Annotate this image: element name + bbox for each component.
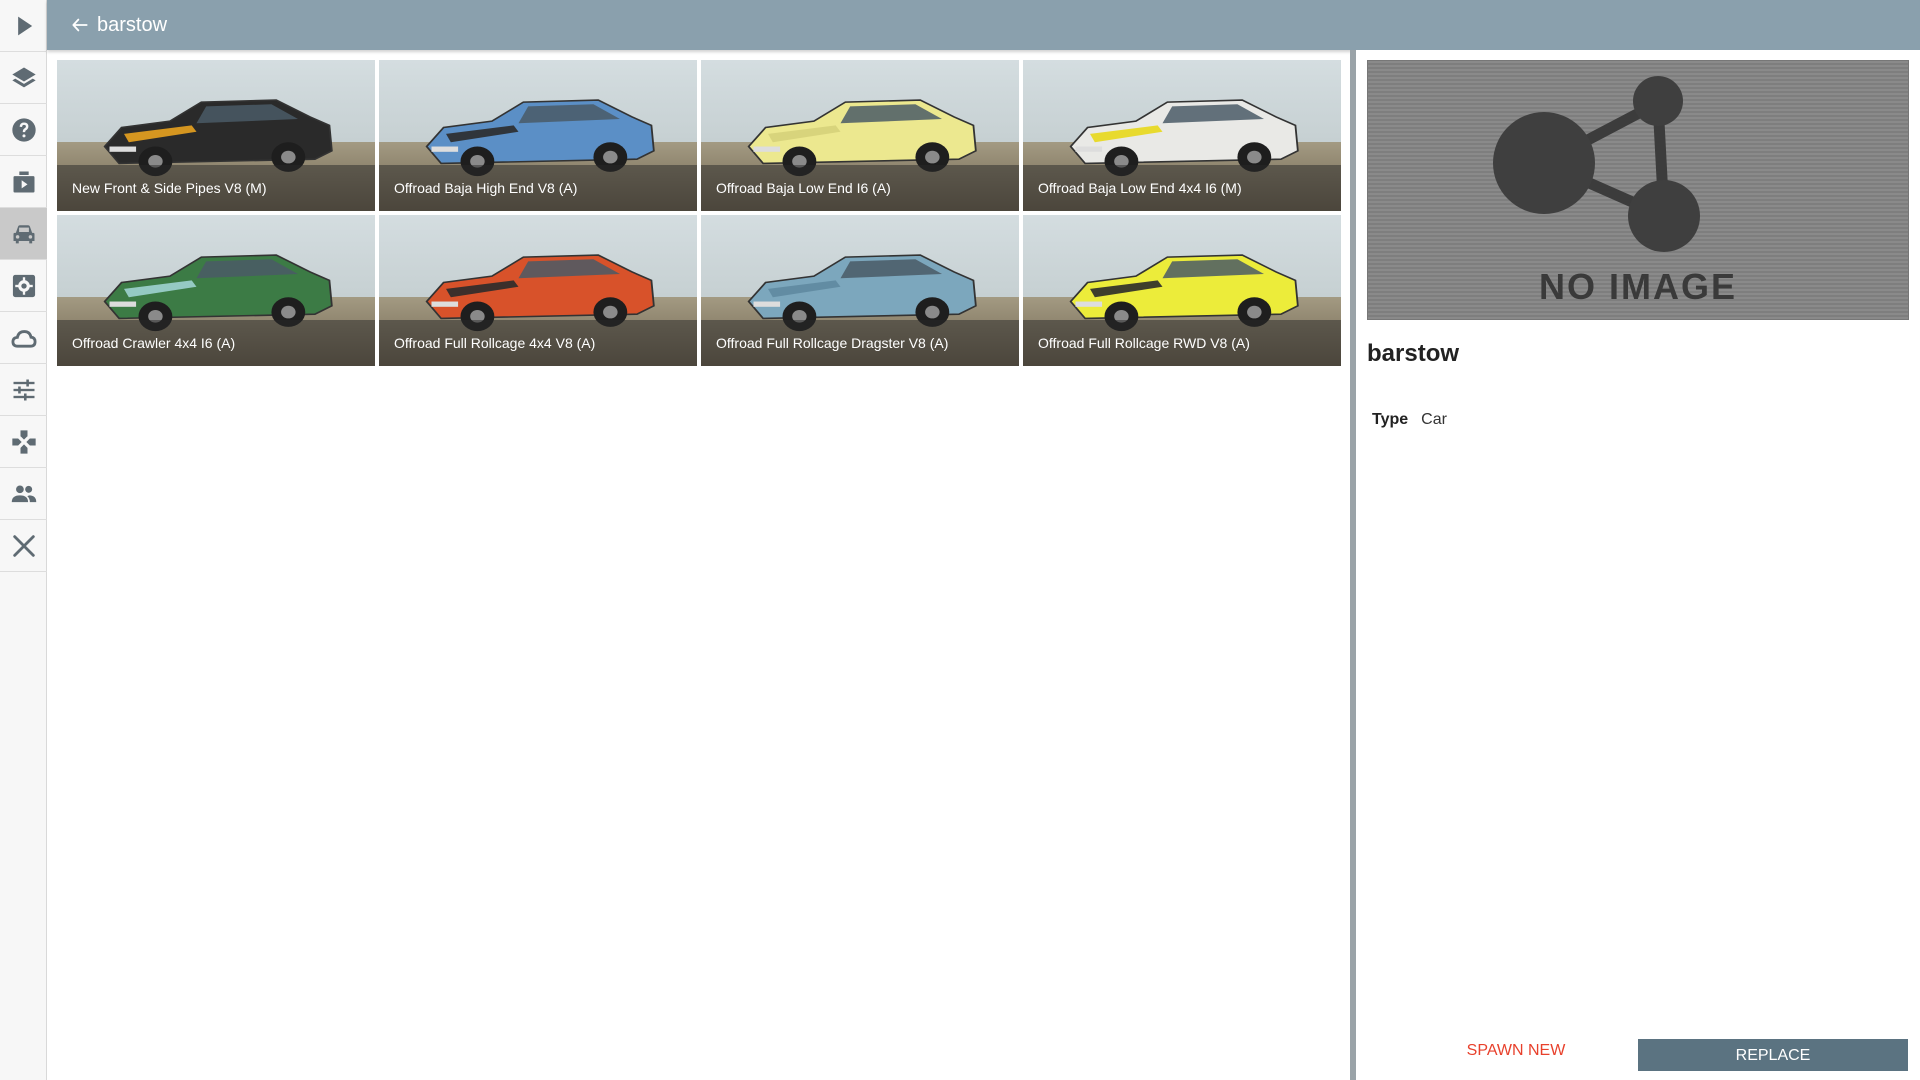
sidebar-item-controls[interactable] — [0, 416, 47, 468]
page-title: barstow — [97, 13, 168, 36]
sidebar-item-play[interactable] — [0, 0, 47, 52]
arrow-left-icon — [72, 18, 88, 32]
sidebar-item-multiplayer[interactable] — [0, 468, 47, 520]
cloud-icon — [11, 329, 36, 348]
sidebar-item-close[interactable] — [0, 520, 47, 572]
config-label: Offroad Full Rollcage Dragster V8 (A) — [701, 320, 1019, 366]
details-panel: NO IMAGE barstow Type Car SPAWN NEW REPL… — [1356, 50, 1920, 1080]
car-icon — [13, 224, 34, 243]
config-tile[interactable]: Offroad Crawler 4x4 I6 (A) — [57, 215, 375, 366]
config-tile[interactable]: Offroad Full Rollcage 4x4 V8 (A) — [379, 215, 697, 366]
vehicle-name: barstow — [1367, 340, 1460, 367]
layers-icon — [11, 67, 36, 87]
type-row: Type Car — [1372, 411, 1447, 429]
sidebar-item-cloud[interactable] — [0, 312, 47, 364]
people-icon — [11, 484, 36, 502]
sidebar-item-vehicles[interactable] — [0, 208, 47, 260]
close-icon — [12, 534, 35, 557]
sidebar-item-settings[interactable] — [0, 260, 47, 312]
sidebar-item-options[interactable] — [0, 364, 47, 416]
sidebar-item-help[interactable] — [0, 104, 47, 156]
config-tile[interactable]: Offroad Full Rollcage RWD V8 (A) — [1023, 215, 1341, 366]
settings-icon — [12, 274, 35, 297]
config-label: Offroad Baja Low End 4x4 I6 (M) — [1023, 165, 1341, 211]
config-label: Offroad Crawler 4x4 I6 (A) — [57, 320, 375, 366]
config-tile[interactable]: Offroad Baja High End V8 (A) — [379, 60, 697, 211]
gamepad-icon — [11, 429, 36, 454]
sidebar — [0, 0, 47, 1080]
back-button[interactable] — [69, 14, 91, 36]
spawn-new-button[interactable]: SPAWN NEW — [1416, 1034, 1616, 1066]
config-grid: New Front & Side Pipes V8 (M) Offroad Baj… — [57, 60, 1344, 366]
config-label: New Front & Side Pipes V8 (M) — [57, 165, 375, 211]
video-icon — [13, 171, 34, 192]
config-tile[interactable]: New Front & Side Pipes V8 (M) — [57, 60, 375, 211]
play-icon — [17, 16, 32, 35]
config-tile[interactable]: Offroad Baja Low End I6 (A) — [701, 60, 1019, 211]
no-image-text: NO IMAGE — [1538, 266, 1737, 307]
type-value: Car — [1421, 411, 1447, 428]
config-label: Offroad Baja Low End I6 (A) — [701, 165, 1019, 211]
config-tile[interactable]: Offroad Baja Low End 4x4 I6 (M) — [1023, 60, 1341, 211]
sidebar-item-layers[interactable] — [0, 52, 47, 104]
sliders-icon — [13, 379, 34, 400]
config-label: Offroad Full Rollcage RWD V8 (A) — [1023, 320, 1341, 366]
config-tile[interactable]: Offroad Full Rollcage Dragster V8 (A) — [701, 215, 1019, 366]
sidebar-item-video[interactable] — [0, 156, 47, 208]
config-label: Offroad Baja High End V8 (A) — [379, 165, 697, 211]
type-label: Type — [1372, 411, 1409, 428]
replace-button[interactable]: REPLACE — [1638, 1039, 1908, 1071]
help-icon — [11, 117, 36, 142]
header-bar: barstow — [47, 0, 1920, 50]
config-label: Offroad Full Rollcage 4x4 V8 (A) — [379, 320, 697, 366]
preview-image: NO IMAGE — [1367, 60, 1909, 320]
